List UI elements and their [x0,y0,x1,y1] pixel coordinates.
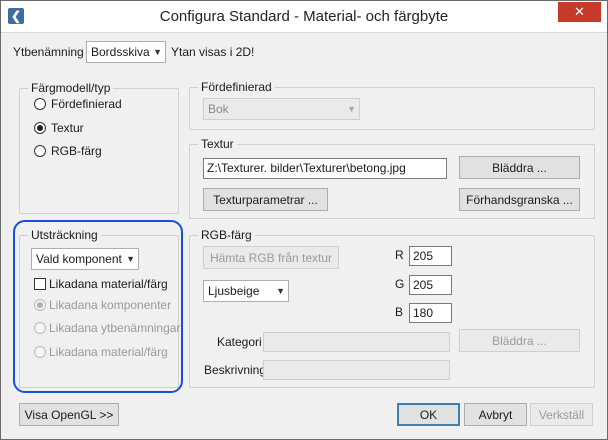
radio-rgb[interactable] [34,145,46,157]
chevron-down-icon: ▼ [347,104,356,114]
radio-predefined[interactable] [34,98,46,110]
surface-label: Ytbenämning [13,45,84,59]
apply-button[interactable]: Verkställ [530,403,593,426]
r-label: R [395,248,404,262]
description-label: Beskrivning [204,363,267,377]
radio-texture[interactable] [34,122,46,134]
r-input[interactable]: 205 [409,246,452,266]
rgb-title: RGB-färg [198,228,255,242]
texture-params-button[interactable]: Texturparametrar ... [203,188,328,211]
close-button[interactable]: ✕ [558,2,601,22]
surface-select-value: Bordsskiva [91,45,150,59]
chevron-down-icon: ▼ [153,47,162,57]
ok-button[interactable]: OK [397,403,460,426]
g-label: G [395,277,405,291]
texture-preview-button[interactable]: Förhandsgranska ... [459,188,580,211]
predefined-select[interactable]: Bok ▼ [203,98,360,120]
predefined-select-value: Bok [208,102,229,116]
radio-predefined-label: Fördefinierad [51,97,122,111]
texture-path-input[interactable]: Z:\Texturer. bilder\Texturer\betong.jpg [203,158,447,179]
color-name-select[interactable]: Ljusbeige ▼ [203,280,289,302]
surface-note: Ytan visas i 2D! [171,45,255,59]
window-title: Configura Standard - Material- och färgb… [159,8,449,25]
b-input[interactable]: 180 [409,303,452,323]
highlight-outline [13,220,183,393]
category-label: Kategori [217,335,262,349]
b-label: B [395,305,404,319]
texture-title: Textur [198,137,237,151]
category-browse-button[interactable]: Bläddra ... [459,329,580,352]
fetch-rgb-button[interactable]: Hämta RGB från textur [203,246,339,269]
category-input[interactable] [263,332,450,352]
chevron-down-icon: ▼ [276,286,285,296]
color-name-value: Ljusbeige [208,284,260,298]
cancel-button[interactable]: Avbryt [464,403,527,426]
predefined-title: Fördefinierad [198,80,275,94]
g-input[interactable]: 205 [409,275,452,295]
texture-browse-button[interactable]: Bläddra ... [459,156,580,179]
surface-select[interactable]: Bordsskiva ▼ [86,41,166,63]
title-bar: ❮ Configura Standard - Material- och fär… [1,1,607,33]
radio-texture-label: Textur [51,121,84,135]
show-opengl-button[interactable]: Visa OpenGL >> [19,403,119,426]
radio-rgb-label: RGB-färg [51,144,102,158]
description-input[interactable] [263,360,450,380]
dialog-window: ❮ Configura Standard - Material- och fär… [0,0,608,440]
color-model-title: Färgmodell/typ [28,81,114,95]
